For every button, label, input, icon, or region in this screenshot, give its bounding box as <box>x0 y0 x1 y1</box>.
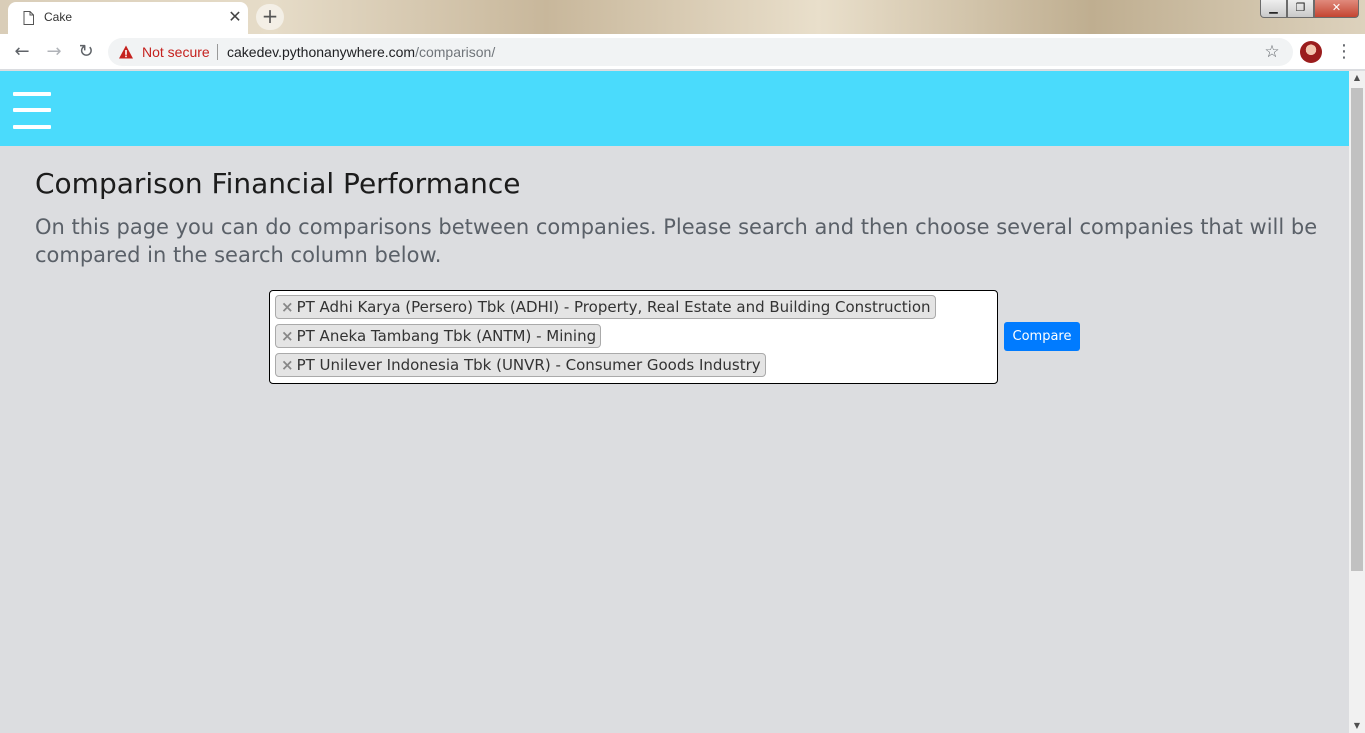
back-arrow-icon[interactable]: ← <box>10 40 34 64</box>
profile-avatar[interactable] <box>1300 41 1322 63</box>
forward-arrow-icon[interactable]: → <box>42 40 66 64</box>
remove-chip-icon[interactable]: × <box>281 295 294 319</box>
url-separator <box>217 44 218 60</box>
url-path: /comparison/ <box>415 44 496 60</box>
hamburger-icon[interactable] <box>13 92 51 129</box>
company-search-select[interactable]: × PT Adhi Karya (Persero) Tbk (ADHI) - P… <box>269 290 998 384</box>
url-text[interactable]: cakedev.pythonanywhere.com/comparison/ <box>227 44 495 60</box>
selected-company-chip: × PT Unilever Indonesia Tbk (UNVR) - Con… <box>275 353 766 377</box>
reload-icon[interactable]: ↻ <box>74 40 98 64</box>
scroll-thumb[interactable] <box>1351 88 1363 571</box>
page-icon <box>23 11 34 25</box>
browser-tab[interactable]: Cake ✕ <box>8 2 248 34</box>
tab-close-icon[interactable]: ✕ <box>225 7 245 27</box>
url-host: cakedev.pythonanywhere.com <box>227 44 416 60</box>
scroll-up-arrow-icon[interactable]: ▲ <box>1349 73 1365 85</box>
chip-label: PT Adhi Karya (Persero) Tbk (ADHI) - Pro… <box>296 298 931 316</box>
selected-company-chip: × PT Aneka Tambang Tbk (ANTM) - Mining <box>275 324 602 348</box>
compare-button[interactable]: Compare <box>1004 322 1080 351</box>
address-bar[interactable]: Not secure cakedev.pythonanywhere.com/co… <box>108 38 1293 66</box>
restore-button[interactable]: ❐ <box>1287 0 1314 18</box>
new-tab-button[interactable]: + <box>256 4 284 30</box>
chip-label: PT Unilever Indonesia Tbk (UNVR) - Consu… <box>296 356 761 374</box>
browser-toolbar: ← → ↻ Not secure cakedev.pythonanywhere.… <box>0 34 1365 70</box>
remove-chip-icon[interactable]: × <box>281 324 294 348</box>
chip-label: PT Aneka Tambang Tbk (ANTM) - Mining <box>296 327 597 345</box>
minimize-button[interactable]: ▁ <box>1260 0 1287 18</box>
window-controls: ▁ ❐ ✕ <box>1260 0 1359 20</box>
tab-title: Cake <box>44 10 73 24</box>
close-window-button[interactable]: ✕ <box>1314 0 1359 18</box>
bookmark-star-icon[interactable]: ☆ <box>1262 42 1282 62</box>
page-scrollbar[interactable]: ▲ ▼ <box>1349 71 1365 733</box>
warning-icon[interactable] <box>118 44 134 60</box>
scroll-down-arrow-icon[interactable]: ▼ <box>1349 721 1365 733</box>
selected-company-chip: × PT Adhi Karya (Persero) Tbk (ADHI) - P… <box>275 295 936 319</box>
browser-menu-icon[interactable]: ⋮ <box>1334 40 1354 64</box>
page-viewport: Comparison Financial Performance On this… <box>0 71 1349 733</box>
tab-strip: Cake ✕ + ▁ ❐ ✕ <box>0 0 1365 34</box>
not-secure-label[interactable]: Not secure <box>142 44 210 60</box>
page-description: On this page you can do comparisons betw… <box>35 215 1318 267</box>
remove-chip-icon[interactable]: × <box>281 353 294 377</box>
page-title: Comparison Financial Performance <box>35 167 521 200</box>
site-header <box>0 71 1349 146</box>
